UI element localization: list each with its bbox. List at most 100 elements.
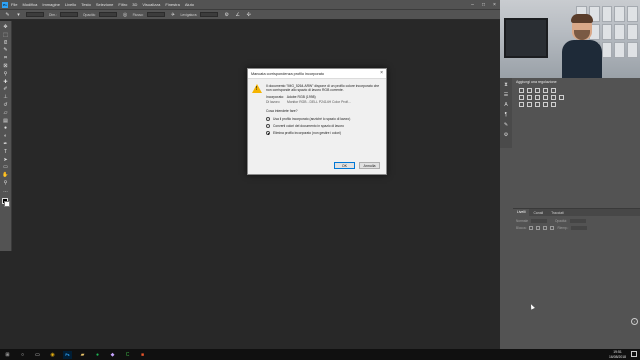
menu-visualizza[interactable]: Visualizza xyxy=(142,2,160,7)
tab-paths[interactable]: Tracciati xyxy=(547,211,568,215)
invert-icon[interactable] xyxy=(519,102,524,107)
photoshop-logo-icon[interactable]: Ps xyxy=(2,1,8,8)
photo-filter-icon[interactable] xyxy=(543,95,548,100)
option-discard[interactable]: Elimina profilo incorporato (non gestire… xyxy=(266,131,382,136)
tab-channels[interactable]: Canali xyxy=(529,211,547,215)
opacity-field[interactable] xyxy=(98,12,117,17)
opacity-field[interactable] xyxy=(569,219,586,223)
system-clock[interactable]: 19:51 16/08/2018 xyxy=(609,349,626,359)
radio-discard[interactable] xyxy=(266,131,270,136)
channel-mixer-icon[interactable] xyxy=(551,95,556,100)
expand-icon[interactable]: › xyxy=(631,318,638,325)
lock-pixels-icon[interactable] xyxy=(529,226,534,230)
selective-color-icon[interactable] xyxy=(551,102,556,107)
menu-3d[interactable]: 3D xyxy=(132,2,137,7)
option-use-embedded[interactable]: Usa il profilo incorporato (anziché lo s… xyxy=(266,116,382,121)
posterize-icon[interactable] xyxy=(527,102,532,107)
curves-icon[interactable] xyxy=(535,88,540,93)
office-icon[interactable]: ■ xyxy=(138,351,147,359)
blur-icon[interactable]: ● xyxy=(2,125,10,133)
menu-modifica[interactable]: Modifica xyxy=(22,2,37,7)
healing-icon[interactable]: ✚ xyxy=(2,79,10,87)
camtasia-icon[interactable]: C xyxy=(123,351,132,359)
smoothing-field[interactable] xyxy=(200,12,219,17)
angle-icon[interactable]: ∠ xyxy=(234,11,241,18)
color-balance-icon[interactable] xyxy=(527,95,532,100)
threshold-icon[interactable] xyxy=(535,102,540,107)
brush-settings-icon[interactable]: ✎ xyxy=(503,122,510,129)
airbrush-icon[interactable]: ✈ xyxy=(170,11,177,18)
black-white-icon[interactable] xyxy=(535,95,540,100)
close-icon[interactable]: × xyxy=(380,70,383,76)
paragraph-icon[interactable]: ¶ xyxy=(503,112,510,119)
brush-icon[interactable]: ✐ xyxy=(2,86,10,94)
gear-icon[interactable]: ⚙ xyxy=(503,132,510,139)
tab-layers[interactable]: Livelli xyxy=(513,209,530,216)
clone-stamp-icon[interactable]: ⊥ xyxy=(2,94,10,102)
pen-icon[interactable]: ✒ xyxy=(2,141,10,149)
flow-field[interactable] xyxy=(146,12,165,17)
menu-file[interactable]: File xyxy=(11,2,17,7)
pressure-icon[interactable]: ◎ xyxy=(122,11,129,18)
brush-icon[interactable]: ✎ xyxy=(4,11,11,18)
close-icon[interactable]: × xyxy=(489,0,500,9)
history-brush-icon[interactable]: ↺ xyxy=(2,102,10,110)
task-view-icon[interactable]: ▭ xyxy=(33,351,42,359)
size-field[interactable] xyxy=(59,12,78,17)
zoom-icon[interactable]: ⚲ xyxy=(2,180,10,188)
rectangle-icon[interactable]: ▭ xyxy=(2,164,10,172)
menu-immagine[interactable]: Immagine xyxy=(42,2,60,7)
color-lookup-icon[interactable] xyxy=(559,95,564,100)
radio-use-embedded[interactable] xyxy=(266,116,270,121)
notifications-icon[interactable] xyxy=(631,351,637,357)
cancel-button[interactable]: Annulla xyxy=(359,162,380,169)
levels-icon[interactable] xyxy=(527,88,532,93)
option-convert[interactable]: Converti colori del documento in spazio … xyxy=(266,124,382,128)
menu-filtro[interactable]: Filtro xyxy=(118,2,127,7)
menu-livello[interactable]: Livello xyxy=(65,2,76,7)
eyedropper-icon[interactable]: ⚲ xyxy=(2,71,10,79)
start-icon[interactable]: ⊞ xyxy=(3,351,12,359)
hue-saturation-icon[interactable] xyxy=(519,95,524,100)
background-color-swatch[interactable] xyxy=(4,200,10,207)
marquee-icon[interactable]: ⬚ xyxy=(2,32,10,40)
gradient-icon[interactable]: ▤ xyxy=(2,118,10,126)
settings-icon[interactable]: ▾ xyxy=(15,11,22,18)
minimize-icon[interactable]: – xyxy=(467,0,478,9)
gear-icon[interactable]: ⚙ xyxy=(223,11,230,18)
menu-finestra[interactable]: Finestra xyxy=(165,2,179,7)
lasso-icon[interactable]: ᘓ xyxy=(2,40,10,48)
blend-mode-label[interactable]: Normale xyxy=(516,219,528,223)
eraser-icon[interactable]: ▱ xyxy=(2,110,10,118)
vibrance-icon[interactable] xyxy=(551,88,556,93)
blend-mode-field[interactable] xyxy=(531,219,548,223)
symmetry-icon[interactable]: ✣ xyxy=(245,11,252,18)
files-icon[interactable]: ▰ xyxy=(78,351,87,359)
frame-icon[interactable]: ⊠ xyxy=(2,63,10,71)
properties-icon[interactable]: ☰ xyxy=(503,92,510,99)
menu-aiuto[interactable]: Aiuto xyxy=(185,2,194,7)
ok-button[interactable]: OK xyxy=(334,162,355,169)
chrome-icon[interactable]: ◉ xyxy=(48,351,57,359)
character-icon[interactable]: A xyxy=(503,102,510,109)
brush-preset-field[interactable] xyxy=(26,12,44,17)
quick-select-icon[interactable]: ✎ xyxy=(2,47,10,55)
exposure-icon[interactable] xyxy=(543,88,548,93)
lock-artboard-icon[interactable] xyxy=(543,226,548,230)
lock-position-icon[interactable] xyxy=(536,226,541,230)
fill-field[interactable] xyxy=(571,226,588,230)
menu-selezione[interactable]: Selezione xyxy=(96,2,114,7)
spotify-icon[interactable]: ● xyxy=(93,351,102,359)
type-icon[interactable]: T xyxy=(2,149,10,157)
path-select-icon[interactable]: ➤ xyxy=(2,157,10,165)
gradient-map-icon[interactable] xyxy=(543,102,548,107)
search-icon[interactable]: ○ xyxy=(18,351,27,359)
photoshop-icon[interactable]: Ps xyxy=(63,350,72,359)
lock-all-icon[interactable] xyxy=(550,226,555,230)
radio-convert[interactable] xyxy=(266,124,270,128)
hand-icon[interactable]: ✋ xyxy=(2,172,10,180)
app-icon[interactable]: ◆ xyxy=(108,351,117,359)
crop-icon[interactable]: ⌗ xyxy=(2,55,10,63)
history-icon[interactable]: ⧗ xyxy=(503,82,510,89)
dodge-icon[interactable]: ◐ xyxy=(2,133,10,141)
